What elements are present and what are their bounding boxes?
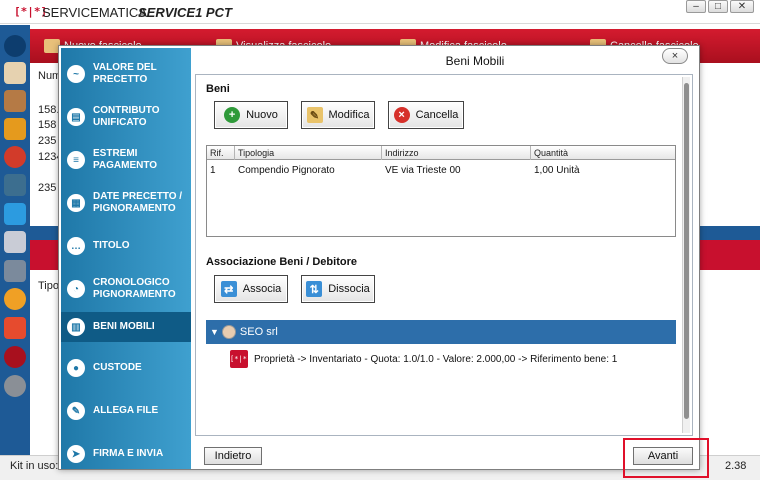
- person-icon: ●: [67, 359, 85, 377]
- cell-quantita: 1,00 Unità: [534, 165, 580, 176]
- link-arrows-icon: ⇄: [220, 281, 237, 297]
- network-icon[interactable]: [4, 260, 26, 282]
- search-mail-icon[interactable]: [4, 231, 26, 253]
- background-row[interactable]: 235: [38, 182, 56, 194]
- vertical-scrollbar[interactable]: [682, 77, 690, 433]
- kit-label: Kit in uso:: [10, 460, 59, 472]
- nav-titolo[interactable]: … TITOLO: [61, 226, 191, 266]
- notebook-icon[interactable]: [4, 62, 26, 84]
- app-titlebar: [*|*] SERVICEMATICA SERVICE1 PCT – □ ✕: [0, 0, 760, 24]
- drawer-icon: ▥: [67, 318, 85, 336]
- beni-mobili-dialog: Beni Mobili × ~ VALORE DEL PRECETTO ▤ CONT…: [58, 45, 700, 470]
- close-window-button[interactable]: ✕: [730, 0, 754, 13]
- background-row[interactable]: 158.: [38, 104, 59, 116]
- dialog-title: Beni Mobili: [445, 54, 505, 68]
- version-label: 2.38: [725, 460, 747, 472]
- upload-icon[interactable]: [4, 288, 26, 310]
- minimize-button[interactable]: –: [686, 0, 706, 13]
- edit-button[interactable]: ✎ Modifica: [301, 101, 375, 129]
- column-rif[interactable]: Rif.: [207, 146, 235, 160]
- nav-firma-invia[interactable]: ➤ FIRMA E INVIA: [61, 434, 191, 474]
- delete-x-icon: ×: [393, 107, 410, 123]
- seal-icon[interactable]: [4, 346, 26, 368]
- nav-valore-precetto[interactable]: ~ VALORE DEL PRECETTO: [61, 54, 191, 94]
- association-tree: ▼ SEO srl [*|*] Proprietà -> Inventariat…: [206, 320, 676, 428]
- nav-estremi-pagamento[interactable]: ≡ ESTREMI PAGAMENTO: [61, 140, 191, 180]
- pie-icon: ◔: [67, 280, 85, 298]
- chat-icon[interactable]: [4, 203, 26, 225]
- nav-allega-file[interactable]: ✎ ALLEGA FILE: [61, 391, 191, 431]
- next-button-highlight: [623, 438, 709, 478]
- nav-beni-mobili[interactable]: ▥ BENI MOBILI: [61, 312, 191, 342]
- servicematica-logo-icon: [*|*]: [230, 350, 251, 368]
- delete-button[interactable]: × Cancella: [388, 101, 464, 129]
- user-icon[interactable]: [4, 146, 26, 168]
- wizard-sidebar: ~ VALORE DEL PRECETTO ▤ CONTRIBUTO UNIFICA…: [61, 48, 191, 469]
- document-icon: ≡: [67, 151, 85, 169]
- section-associazione-label: Associazione Beni / Debitore: [206, 256, 357, 268]
- tree-node-debtor[interactable]: ▼ SEO srl: [206, 320, 676, 344]
- column-tipologia[interactable]: Tipologia: [235, 146, 382, 160]
- speech-icon: …: [67, 237, 85, 255]
- debtor-name: SEO srl: [239, 326, 278, 338]
- table-header: Rif. Tipologia Indirizzo Quantità: [207, 146, 675, 160]
- beni-table: Rif. Tipologia Indirizzo Quantità 1 Comp…: [206, 145, 676, 237]
- column-quantita[interactable]: Quantità: [531, 146, 675, 160]
- app-product-name: SERVICE1 PCT: [138, 5, 232, 20]
- background-row[interactable]: 158: [38, 119, 56, 131]
- associate-button[interactable]: ⇄ Associa: [214, 275, 288, 303]
- nav-cronologico-pignoramento[interactable]: ◔ CRONOLOGICO PIGNORAMENTO: [61, 269, 191, 309]
- app-brand: SERVICEMATICA: [42, 5, 147, 20]
- servicematica-logo: [*|*]: [14, 5, 48, 18]
- nav-custode[interactable]: ● CUSTODE: [61, 348, 191, 388]
- tree-node-bene[interactable]: [*|*] Proprietà -> Inventariato - Quota:…: [230, 350, 617, 368]
- briefcase-icon[interactable]: [4, 118, 26, 140]
- wallet-icon[interactable]: [4, 90, 26, 112]
- cell-rif: 1: [210, 165, 216, 176]
- unlink-arrows-icon: ⇅: [306, 281, 323, 297]
- menu-icon[interactable]: [4, 35, 26, 57]
- left-toolbar: [0, 25, 30, 455]
- send-icon: ➤: [67, 445, 85, 463]
- person-avatar-icon: [221, 325, 236, 339]
- computer-icon[interactable]: [4, 174, 26, 196]
- column-indirizzo[interactable]: Indirizzo: [382, 146, 531, 160]
- nav-contributo-unificato[interactable]: ▤ CONTRIBUTO UNIFICATO: [61, 97, 191, 137]
- plus-icon: +: [224, 107, 241, 123]
- bene-description: Proprietà -> Inventariato - Quota: 1.0/1…: [254, 353, 618, 365]
- content-panel: Beni + Nuovo ✎ Modifica × Cancella Rif. Tip…: [195, 74, 693, 436]
- warning-icon[interactable]: [4, 317, 26, 339]
- maximize-button[interactable]: □: [708, 0, 728, 13]
- gear-icon[interactable]: [4, 375, 26, 397]
- calendar-icon: ▦: [67, 194, 85, 212]
- background-bottom-column: Tipo: [38, 280, 59, 292]
- nav-date-precetto[interactable]: ▦ DATE PRECETTO / PIGNORAMENTO: [61, 183, 191, 223]
- cell-tipologia: Compendio Pignorato: [238, 165, 335, 176]
- cell-indirizzo: VE via Trieste 00: [385, 165, 461, 176]
- pin-icon: ✎: [67, 402, 85, 420]
- dialog-close-button[interactable]: ×: [662, 48, 688, 64]
- back-button[interactable]: Indietro: [204, 447, 262, 465]
- new-button[interactable]: + Nuovo: [214, 101, 288, 129]
- expand-arrow-icon[interactable]: ▼: [210, 327, 219, 337]
- pulse-icon: ~: [67, 65, 85, 83]
- dissociate-button[interactable]: ⇅ Dissocia: [301, 275, 375, 303]
- scrollbar-thumb[interactable]: [684, 83, 689, 419]
- receipt-icon: ▤: [67, 108, 85, 126]
- section-beni-label: Beni: [206, 83, 230, 95]
- pencil-icon: ✎: [306, 107, 323, 123]
- background-row[interactable]: 235: [38, 135, 56, 147]
